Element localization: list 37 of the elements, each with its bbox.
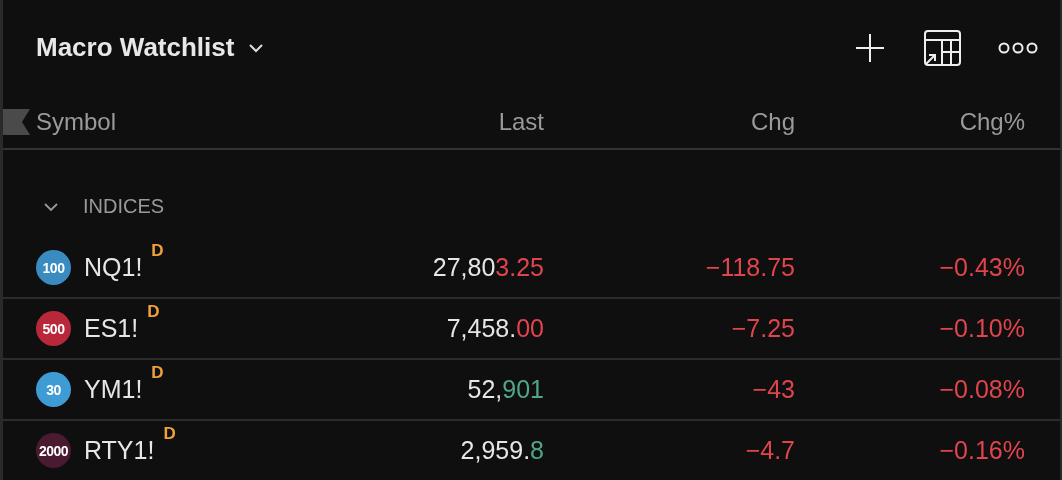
delayed-label: D — [151, 363, 164, 383]
change-value: −4.7 — [744, 436, 795, 465]
add-symbol-button[interactable] — [854, 31, 886, 64]
index-badge: 2000 — [36, 433, 71, 468]
more-icon — [998, 40, 1038, 55]
change-value: −43 — [751, 375, 795, 404]
change-percent: −0.16% — [938, 436, 1025, 465]
group-toggle[interactable]: INDICES — [43, 195, 165, 218]
change-percent: −0.08% — [938, 375, 1025, 404]
last-price: 2,959.8 — [459, 436, 544, 465]
flag-icon — [3, 108, 30, 135]
watchlist-title-button[interactable]: Macro Watchlist — [36, 32, 265, 63]
last-price: 27,803.25 — [431, 253, 544, 282]
change-percent: −0.10% — [938, 314, 1025, 343]
symbol-text[interactable]: RTY1! — [84, 436, 155, 465]
more-options-button[interactable] — [998, 40, 1038, 55]
last-price: 7,458.00 — [445, 314, 544, 343]
column-header[interactable]: Last — [314, 107, 544, 136]
symbol-text[interactable]: NQ1! — [84, 253, 143, 282]
last-price: 52,901 — [466, 375, 544, 404]
delayed-label: D — [163, 424, 176, 444]
delayed-label: D — [151, 241, 164, 261]
column-header[interactable]: Chg% — [795, 107, 1025, 136]
table-button[interactable] — [922, 28, 962, 67]
index-badge: 30 — [36, 372, 71, 407]
symbol-text[interactable]: YM1! — [84, 375, 143, 404]
plus-icon — [854, 31, 886, 64]
column-header[interactable]: Chg — [544, 107, 795, 136]
index-badge: 500 — [36, 311, 71, 346]
column-header[interactable]: Symbol — [36, 107, 117, 136]
chevron-down-icon — [248, 42, 265, 53]
delayed-label: D — [147, 302, 160, 322]
index-badge: 100 — [36, 250, 71, 285]
symbol-text[interactable]: ES1! — [84, 314, 139, 343]
change-percent: −0.43% — [938, 253, 1025, 282]
change-value: −7.25 — [730, 314, 795, 343]
change-value: −118.75 — [704, 253, 795, 282]
